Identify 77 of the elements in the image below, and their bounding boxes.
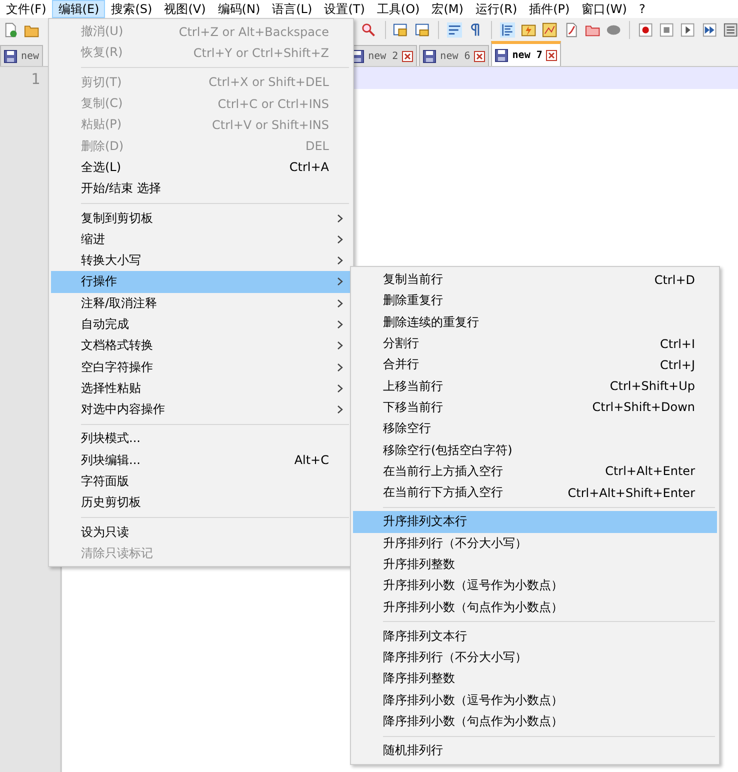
- window-icon[interactable]: [414, 22, 430, 38]
- menu-title[interactable]: 语言(L): [266, 0, 318, 18]
- new-file-icon[interactable]: [3, 22, 18, 38]
- menu-item[interactable]: 删除连续的重复行: [353, 312, 717, 333]
- menu-item[interactable]: 升序排列行（不分大小写）: [353, 532, 717, 554]
- menu-item[interactable]: 降序排列文本行: [353, 626, 717, 648]
- menu-title[interactable]: 视图(V): [158, 0, 212, 18]
- menu-item[interactable]: 在当前行上方插入空行 Ctrl+Alt+Enter: [353, 460, 717, 482]
- tab-label: new: [21, 50, 40, 62]
- wrap-lines-icon[interactable]: [446, 22, 462, 38]
- menu-item[interactable]: 合并行 Ctrl+J: [353, 354, 717, 376]
- tab-label: new 7: [512, 50, 542, 60]
- menu-item[interactable]: 升序排列整数: [353, 554, 717, 576]
- menu-item[interactable]: 文档格式转换: [51, 335, 351, 356]
- menu-item[interactable]: 复制当前行 Ctrl+D: [353, 269, 717, 290]
- menu-item[interactable]: 复制到剪切板: [51, 207, 351, 229]
- menu-title[interactable]: 编辑(E): [52, 0, 106, 18]
- stop-icon[interactable]: [659, 22, 674, 38]
- menu-item[interactable]: 降序排列小数（句点作为小数点）: [353, 710, 717, 732]
- menu-item[interactable]: 随机排列行: [353, 740, 717, 762]
- fast-forward-icon[interactable]: [702, 22, 717, 38]
- menu-title[interactable]: 编码(N): [212, 0, 266, 18]
- line-number: 1: [30, 69, 41, 88]
- magnifier-icon[interactable]: [361, 22, 377, 38]
- menu-item[interactable]: 升序排列小数（逗号作为小数点）: [353, 575, 717, 596]
- menu-item[interactable]: 删除重复行: [353, 290, 717, 312]
- menu-item[interactable]: 降序排列整数: [353, 668, 717, 690]
- indent-guide-icon[interactable]: [500, 22, 516, 38]
- menu-item[interactable]: 开始/结束 选择: [51, 178, 351, 200]
- menu-item[interactable]: 注释/取消注释: [51, 292, 351, 314]
- close-icon[interactable]: [402, 50, 414, 62]
- menu-item[interactable]: 缩进: [51, 228, 351, 250]
- menu-item[interactable]: 自动完成: [51, 314, 351, 336]
- play-icon[interactable]: [680, 22, 696, 38]
- menu-item[interactable]: 设为只读: [51, 522, 351, 543]
- menu-item[interactable]: 转换大小写: [51, 250, 351, 272]
- menu-title[interactable]: 插件(P): [523, 0, 576, 18]
- menu-item[interactable]: 全选(L) Ctrl+A: [51, 156, 351, 178]
- menu-title[interactable]: 搜索(S): [105, 0, 158, 18]
- menu-item[interactable]: 升序排列小数（句点作为小数点）: [353, 596, 717, 618]
- menu-item[interactable]: 上移当前行 Ctrl+Shift+Up: [353, 375, 717, 397]
- menu-item[interactable]: 空白字符操作: [51, 356, 351, 378]
- menu-item[interactable]: 降序排列小数（逗号作为小数点）: [353, 690, 717, 711]
- menu-item[interactable]: 移除空行: [353, 418, 717, 440]
- menu-title[interactable]: 运行(R): [469, 0, 524, 18]
- tab-label: new 6: [440, 50, 470, 62]
- folder-lightning-icon[interactable]: [521, 22, 536, 38]
- menu-item[interactable]: 升序排列文本行: [353, 511, 717, 533]
- menu-title[interactable]: ?: [632, 0, 652, 18]
- editor-tab[interactable]: new: [0, 45, 44, 66]
- editor-tab[interactable]: new 6: [419, 45, 490, 66]
- list-icon[interactable]: [722, 22, 738, 38]
- menu-item[interactable]: 对选中内容操作: [51, 399, 351, 420]
- menu-item[interactable]: 行操作: [51, 271, 351, 293]
- record-icon[interactable]: [638, 22, 654, 38]
- menu-item[interactable]: 列块模式...: [51, 428, 351, 450]
- menu-item[interactable]: 字符面版: [51, 470, 351, 492]
- menu-title[interactable]: 文件(F): [0, 0, 52, 18]
- menu-item[interactable]: 历史剪切板: [51, 492, 351, 514]
- menu-item[interactable]: 在当前行下方插入空行 Ctrl+Alt+Shift+Enter: [353, 482, 717, 504]
- menu-title[interactable]: 工具(O): [370, 0, 426, 18]
- menu-item[interactable]: 移除空行(包括空白字符): [353, 439, 717, 461]
- map-icon[interactable]: [542, 22, 558, 38]
- menu-item[interactable]: 选择性粘贴: [51, 378, 351, 400]
- menu-title[interactable]: 窗口(W): [576, 0, 633, 18]
- menu-item[interactable]: 分割行 Ctrl+I: [353, 332, 717, 354]
- menu-item[interactable]: 下移当前行 Ctrl+Shift+Down: [353, 396, 717, 418]
- menu-title[interactable]: 宏(M): [426, 0, 470, 18]
- menu-title[interactable]: 设置(T): [318, 0, 371, 18]
- editor-tab[interactable]: new 7: [491, 41, 562, 66]
- tab-label: new 2: [368, 50, 398, 62]
- document-icon[interactable]: [564, 22, 579, 38]
- menu-item[interactable]: 降序排列行（不分大小写）: [353, 647, 717, 668]
- window-icon[interactable]: [393, 22, 409, 38]
- close-icon[interactable]: [474, 50, 486, 62]
- close-icon[interactable]: [546, 50, 558, 60]
- menu-item[interactable]: 列块编辑... Alt+C: [51, 450, 351, 471]
